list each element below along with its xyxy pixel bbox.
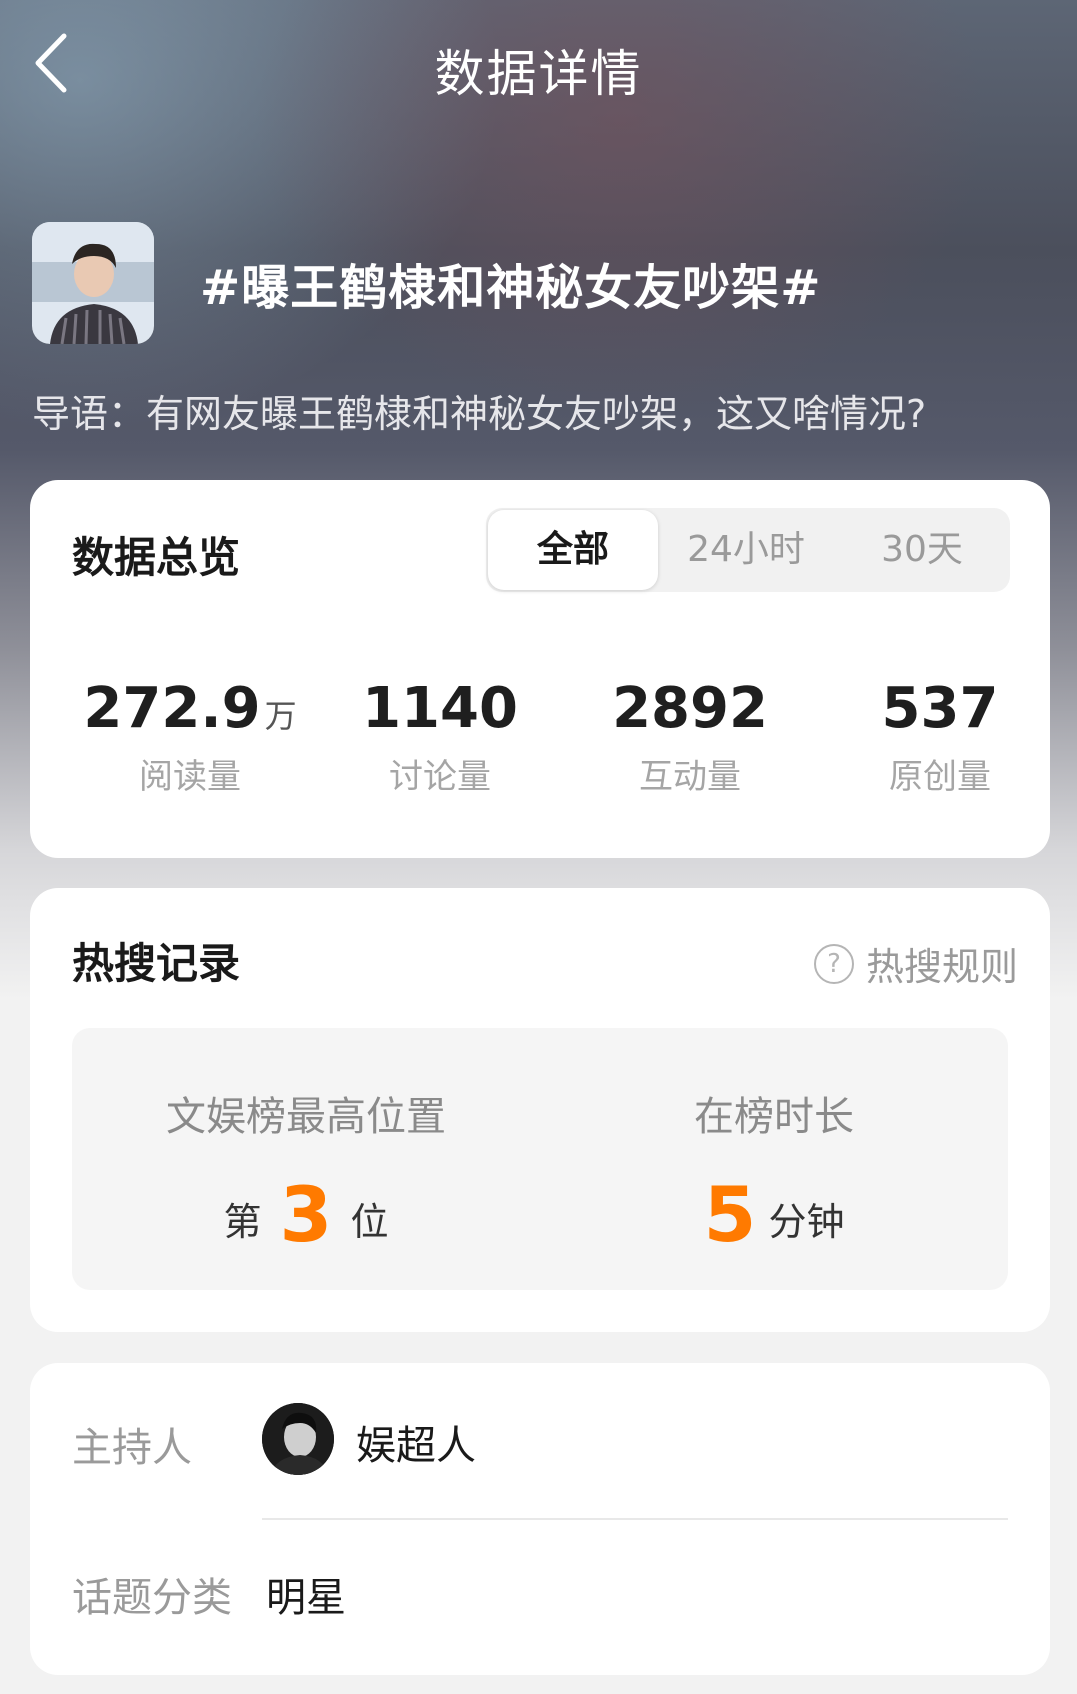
hot-search-heading: 热搜记录 — [72, 939, 241, 988]
overview-heading: 数据总览 — [72, 533, 241, 582]
highest-position-value: 第3位 — [223, 1170, 389, 1259]
stat-label: 阅读量 — [139, 757, 241, 797]
topic-title: #曝王鹤棣和神秘女友吵架# — [200, 260, 822, 316]
stat-value: 2892 — [612, 676, 768, 741]
stat-originals: 537 原创量 — [820, 676, 1060, 798]
person-photo-icon — [32, 222, 154, 344]
tab-30d[interactable]: 30天 — [834, 508, 1010, 592]
host-label: 主持人 — [72, 1425, 192, 1471]
category-value[interactable]: 明星 — [266, 1565, 346, 1623]
top-bar: 数据详情 — [0, 0, 1077, 130]
question-circle-icon: ? — [813, 943, 854, 984]
time-on-list: 在榜时长 5 分钟 — [540, 1084, 1008, 1259]
divider — [262, 1518, 1008, 1520]
tab-24h[interactable]: 24小时 — [658, 508, 834, 592]
data-overview-card: 数据总览 全部 24小时 30天 272.9 万 阅读量 1140 讨论量 289… — [30, 480, 1050, 858]
host-name[interactable]: 娱超人 — [356, 1413, 476, 1471]
tab-all[interactable]: 全部 — [488, 510, 658, 590]
stat-label: 互动量 — [639, 757, 741, 797]
highest-position: 文娱榜最高位置 第3位 — [72, 1084, 540, 1259]
stat-reads: 272.9 万 阅读量 — [70, 676, 310, 798]
stat-value: 1140 — [362, 676, 518, 741]
stat-label: 讨论量 — [389, 757, 491, 797]
duration-number: 5 — [703, 1170, 757, 1259]
avatar[interactable] — [262, 1403, 334, 1475]
stat-value: 272.9 万 — [83, 676, 297, 741]
hot-search-rules-link[interactable]: ? 热搜规则 — [813, 936, 1018, 991]
stat-discussions: 1140 讨论量 — [320, 676, 560, 798]
page-title: 数据详情 — [434, 45, 643, 103]
hot-search-card: 热搜记录 ? 热搜规则 文娱榜最高位置 第3位 在榜时长 5 分钟 — [30, 888, 1050, 1332]
topic-intro: 导语：有网友曝王鹤棣和神秘女友吵架，这又啥情况? — [32, 392, 927, 436]
highest-rank-number: 3 — [279, 1170, 333, 1259]
time-on-list-value: 5 分钟 — [703, 1170, 845, 1259]
stat-value: 537 — [881, 676, 999, 741]
topic-header: #曝王鹤棣和神秘女友吵架# — [32, 222, 1042, 344]
rank-summary: 文娱榜最高位置 第3位 在榜时长 5 分钟 — [72, 1028, 1008, 1290]
category-label: 话题分类 — [72, 1575, 232, 1621]
time-on-list-label: 在榜时长 — [694, 1094, 854, 1140]
stat-unit: 万 — [264, 697, 297, 735]
topic-thumbnail[interactable] — [32, 222, 154, 344]
time-range-tabs: 全部 24小时 30天 — [486, 508, 1010, 592]
topic-info-card: 主持人 娱超人 话题分类 明星 — [30, 1363, 1050, 1675]
stat-interactions: 2892 互动量 — [570, 676, 810, 798]
rules-link-label: 热搜规则 — [865, 945, 1018, 989]
stat-label: 原创量 — [889, 757, 991, 797]
host-avatar-icon — [262, 1403, 334, 1475]
highest-position-label: 文娱榜最高位置 — [166, 1094, 446, 1140]
